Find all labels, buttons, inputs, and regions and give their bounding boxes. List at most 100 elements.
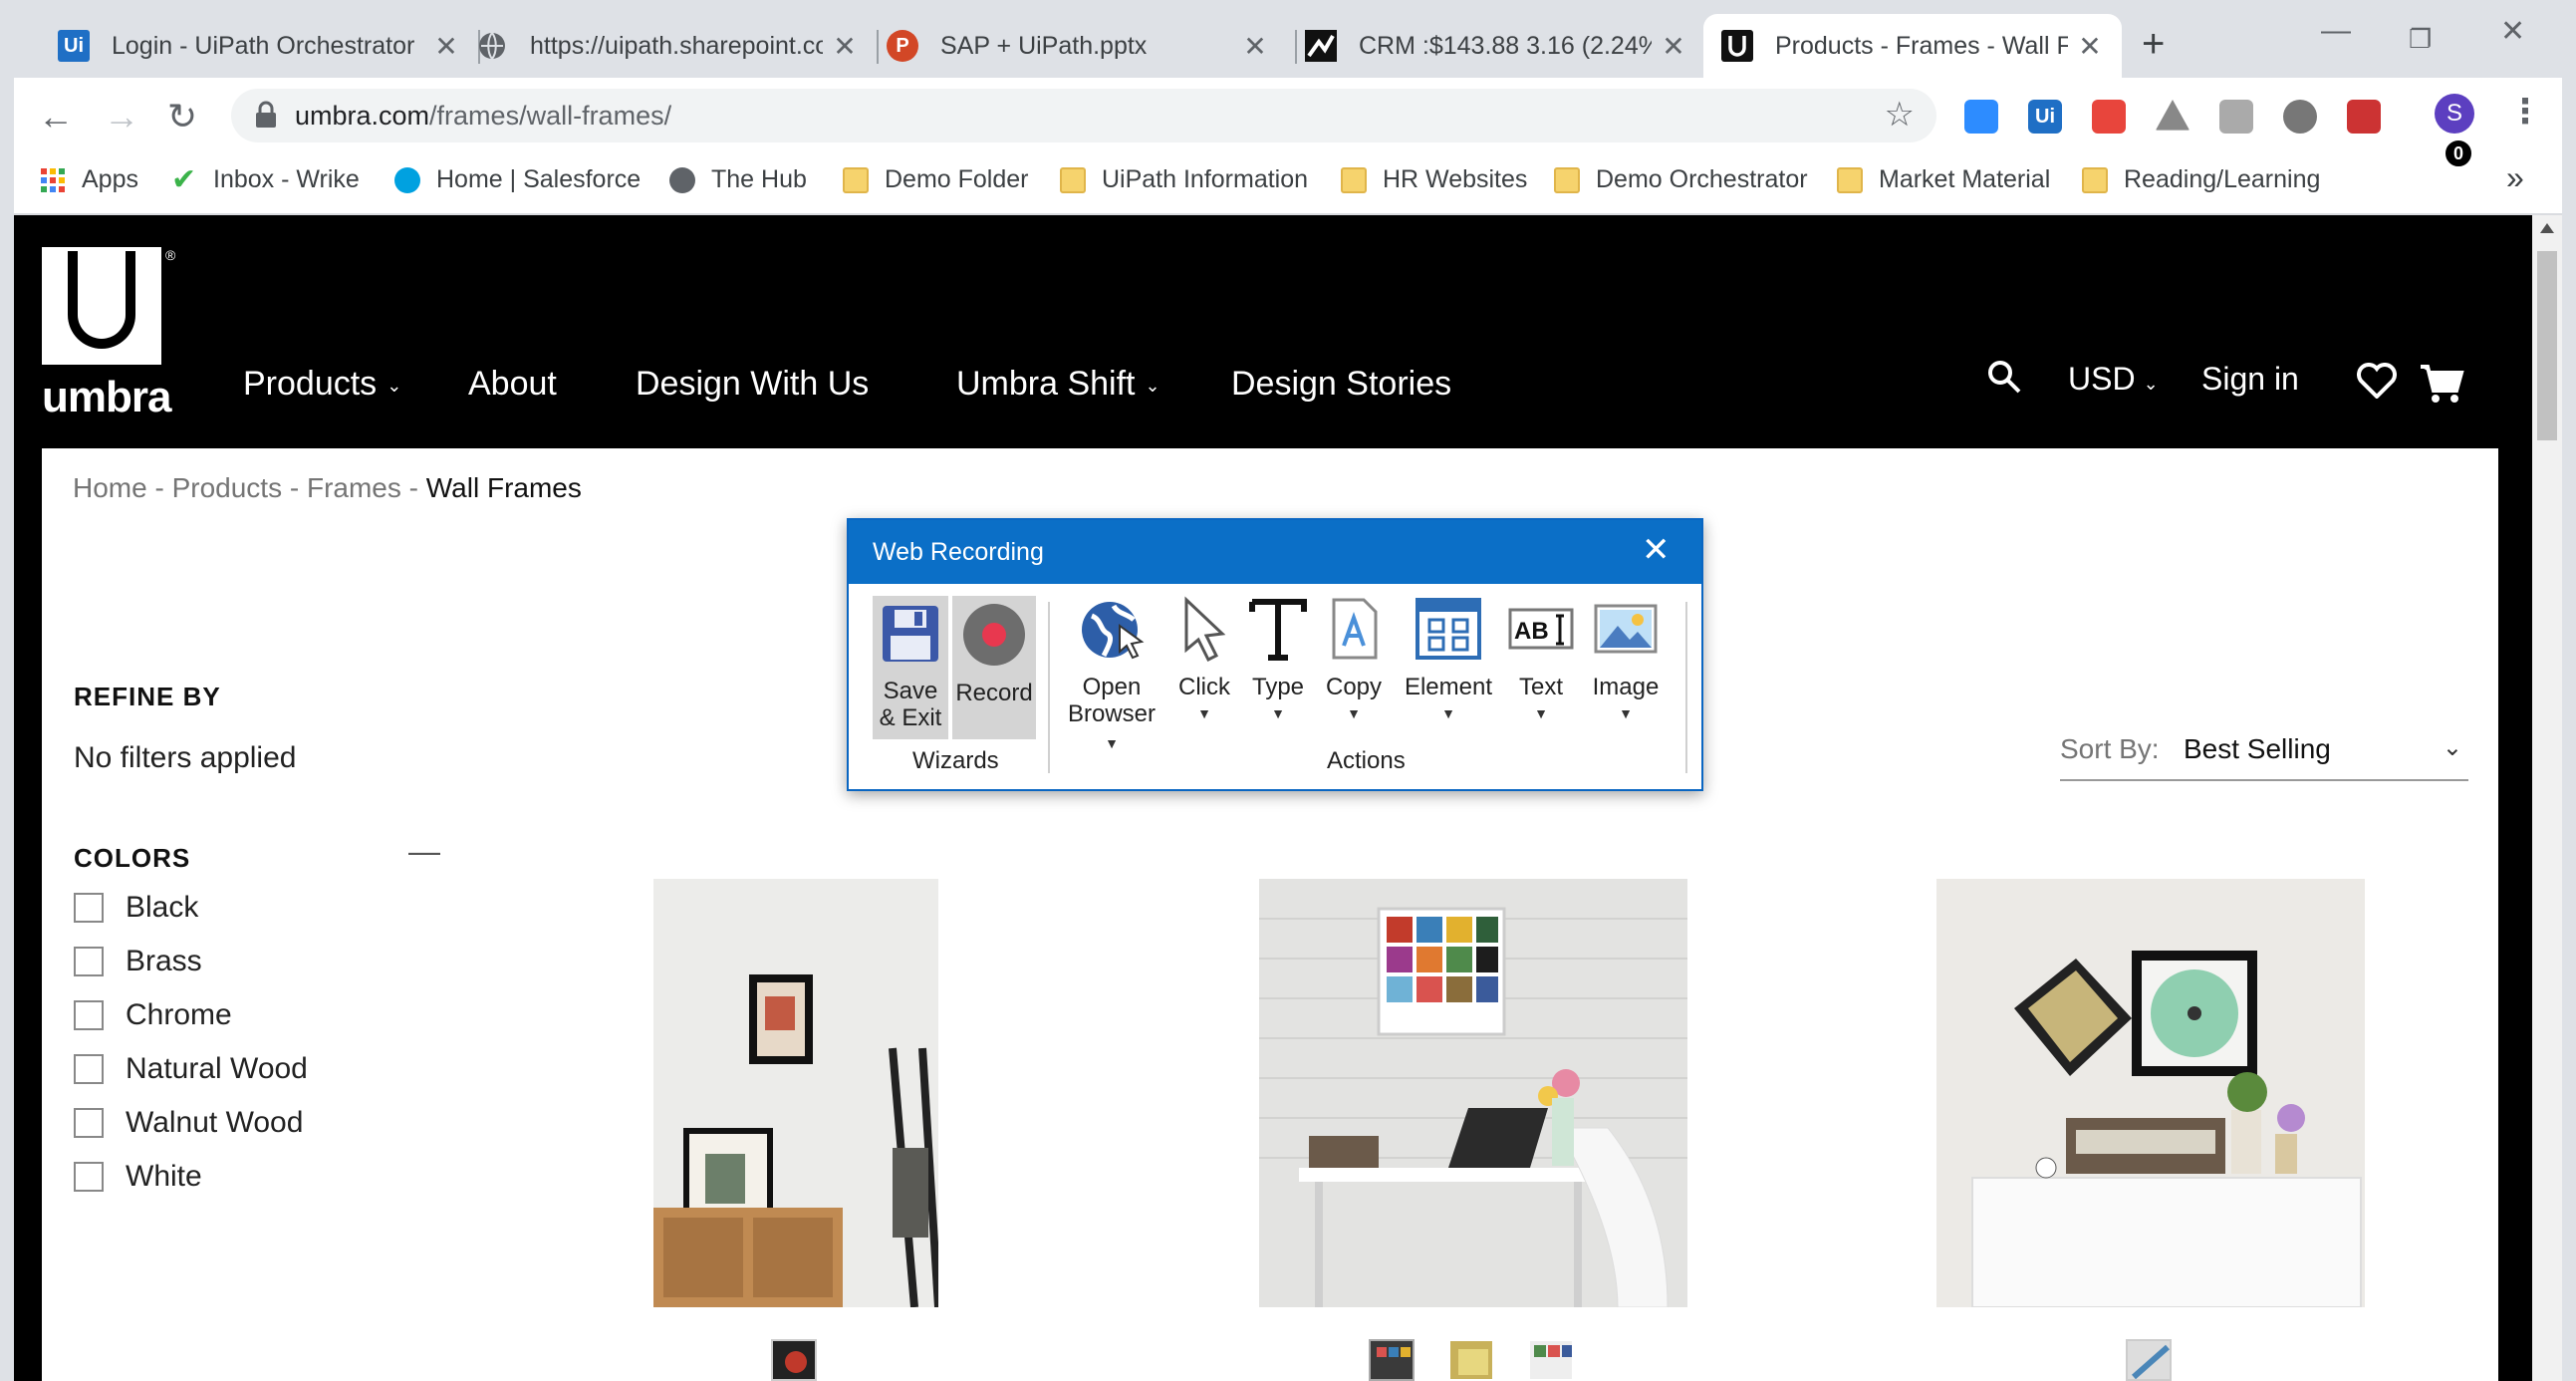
bookmark-the-hub[interactable]: The Hub: [669, 165, 807, 194]
breadcrumb-home[interactable]: Home: [73, 472, 147, 503]
back-icon[interactable]: ←: [38, 96, 74, 138]
breadcrumb-frames[interactable]: Frames: [307, 472, 401, 503]
pdf-extension-icon[interactable]: [2347, 100, 2381, 134]
scrollbar-thumb[interactable]: [2537, 251, 2557, 440]
checkbox[interactable]: [74, 1108, 104, 1138]
chevron-down-icon: ⌄: [2143, 374, 2159, 394]
type-button[interactable]: Type ▼: [1245, 596, 1311, 727]
cart-icon[interactable]: [2419, 363, 2464, 413]
bookmark-hr-websites[interactable]: HR Websites: [1341, 165, 1527, 194]
zoom-extension-icon[interactable]: [1964, 100, 1998, 134]
browser-menu-icon[interactable]: ⋮: [2508, 92, 2542, 132]
bookmark-demo-folder[interactable]: Demo Folder: [843, 165, 1029, 194]
folder-icon: [1341, 166, 1367, 193]
sign-in-link[interactable]: Sign in: [2201, 361, 2299, 398]
bookmarks-overflow-icon[interactable]: »: [2506, 159, 2524, 196]
scroll-up-icon[interactable]: [2540, 223, 2554, 233]
record-button[interactable]: Record: [952, 596, 1036, 739]
todo-extension-icon[interactable]: [2092, 100, 2126, 134]
umbra-logo[interactable]: ® umbra: [42, 247, 191, 421]
collapse-icon[interactable]: —: [408, 833, 440, 870]
tab-close-icon[interactable]: ✕: [2076, 30, 2104, 63]
bookmark-salesforce[interactable]: Home | Salesforce: [394, 165, 641, 194]
product-image[interactable]: [1936, 879, 2365, 1307]
profile-avatar[interactable]: S: [2435, 94, 2474, 134]
checkbox[interactable]: [74, 1162, 104, 1192]
tab-umbra-products[interactable]: Products - Frames - Wall Fr ✕: [1703, 14, 2122, 78]
sort-by-dropdown[interactable]: Sort By: Best Selling ⌄: [2060, 729, 2468, 781]
product-swatch[interactable]: [1448, 1339, 1494, 1381]
product-swatch[interactable]: [2126, 1339, 2172, 1381]
window-close-icon[interactable]: ✕: [2500, 14, 2525, 49]
wishlist-heart-icon[interactable]: [2357, 363, 2397, 407]
checkbox[interactable]: [74, 893, 104, 923]
filter-color-brass[interactable]: Brass: [74, 945, 202, 978]
product-swatch[interactable]: [771, 1339, 817, 1381]
element-icon: [1416, 598, 1481, 660]
bookmark-reading-learning[interactable]: Reading/Learning: [2082, 165, 2320, 194]
tab-crm[interactable]: CRM :$143.88 3.16 (2.24%) ✕: [1287, 14, 1705, 78]
filter-color-black[interactable]: Black: [74, 891, 198, 925]
colors-filter-heading[interactable]: COLORS: [74, 843, 190, 874]
currency-selector[interactable]: USD ⌄: [2068, 361, 2159, 398]
reload-icon[interactable]: ↻: [167, 96, 197, 138]
forward-icon[interactable]: →: [104, 96, 139, 138]
address-bar[interactable]: umbra.com/frames/wall-frames/ ☆: [231, 89, 1936, 142]
checkbox[interactable]: [74, 947, 104, 976]
bookmark-extension-icon[interactable]: [2219, 100, 2253, 134]
element-button[interactable]: Element ▼: [1399, 596, 1498, 727]
text-button[interactable]: AB Text ▼: [1506, 596, 1576, 727]
restore-icon[interactable]: ❐: [2409, 24, 2432, 55]
nav-products[interactable]: Products ⌄: [243, 365, 401, 404]
copy-button[interactable]: Copy ▼: [1321, 596, 1387, 727]
nav-umbra-shift[interactable]: Umbra Shift ⌄: [956, 365, 1160, 404]
text-icon: AB: [1508, 608, 1574, 650]
bookmark-market-material[interactable]: Market Material: [1837, 165, 2050, 194]
dialog-close-icon[interactable]: ✕: [1642, 530, 1671, 570]
search-icon[interactable]: [1986, 359, 2022, 403]
record-icon: [963, 604, 1025, 666]
filter-color-walnut-wood[interactable]: Walnut Wood: [74, 1106, 303, 1140]
tab-close-icon[interactable]: ✕: [831, 30, 859, 63]
minimize-icon[interactable]: —: [2321, 14, 2351, 48]
circle-extension-icon[interactable]: [2283, 100, 2317, 134]
tab-uipath-orchestrator[interactable]: Ui Login - UiPath Orchestrator ✕: [40, 14, 478, 78]
product-image[interactable]: [653, 879, 938, 1307]
open-browser-button[interactable]: Open Browser ▼: [1060, 596, 1163, 757]
sort-by-label: Sort By:: [2060, 733, 2160, 764]
nav-design-with-us[interactable]: Design With Us: [636, 365, 869, 404]
no-filters-text: No filters applied: [74, 741, 297, 774]
new-tab-icon[interactable]: +: [2142, 22, 2165, 67]
product-image[interactable]: [1259, 879, 1687, 1307]
nav-about[interactable]: About: [468, 365, 557, 404]
apps-grid-icon: [41, 167, 65, 192]
tab-close-icon[interactable]: ✕: [1241, 30, 1269, 63]
tab-sharepoint[interactable]: https://uipath.sharepoint.co ✕: [458, 14, 877, 78]
filter-color-white[interactable]: White: [74, 1160, 202, 1194]
checkbox[interactable]: [74, 1054, 104, 1084]
product-swatch[interactable]: [1528, 1339, 1574, 1381]
nav-design-stories[interactable]: Design Stories: [1231, 365, 1451, 404]
bookmark-wrike[interactable]: ✔ Inbox - Wrike: [171, 164, 360, 194]
uipath-extension-icon[interactable]: Ui: [2028, 100, 2062, 134]
chevron-down-icon: ⌄: [2442, 734, 2462, 761]
tab-sap-pptx[interactable]: P SAP + UiPath.pptx ✕: [869, 14, 1287, 78]
checkbox[interactable]: [74, 1000, 104, 1030]
save-exit-button[interactable]: Save & Exit: [873, 596, 948, 739]
filter-color-chrome[interactable]: Chrome: [74, 998, 232, 1032]
breadcrumb-separator: -: [408, 472, 418, 503]
bookmark-demo-orchestrator[interactable]: Demo Orchestrator: [1554, 165, 1808, 194]
bookmark-star-icon[interactable]: ☆: [1885, 95, 1915, 135]
breadcrumb-products[interactable]: Products: [172, 472, 283, 503]
filter-color-natural-wood[interactable]: Natural Wood: [74, 1052, 308, 1086]
tab-close-icon[interactable]: ✕: [1660, 30, 1687, 63]
page-scrollbar[interactable]: [2532, 215, 2562, 1381]
dropdown-arrow-icon: ▼: [1105, 735, 1119, 751]
click-button[interactable]: Click ▼: [1171, 596, 1237, 727]
product-swatch[interactable]: [1369, 1339, 1415, 1381]
bookmark-uipath-information[interactable]: UiPath Information: [1060, 165, 1308, 194]
web-recording-dialog: Web Recording ✕ Save & Exit Record Open …: [847, 518, 1703, 791]
tab-close-icon[interactable]: ✕: [432, 30, 460, 63]
image-button[interactable]: Image ▼: [1586, 596, 1666, 727]
bookmark-apps[interactable]: Apps: [40, 165, 138, 194]
